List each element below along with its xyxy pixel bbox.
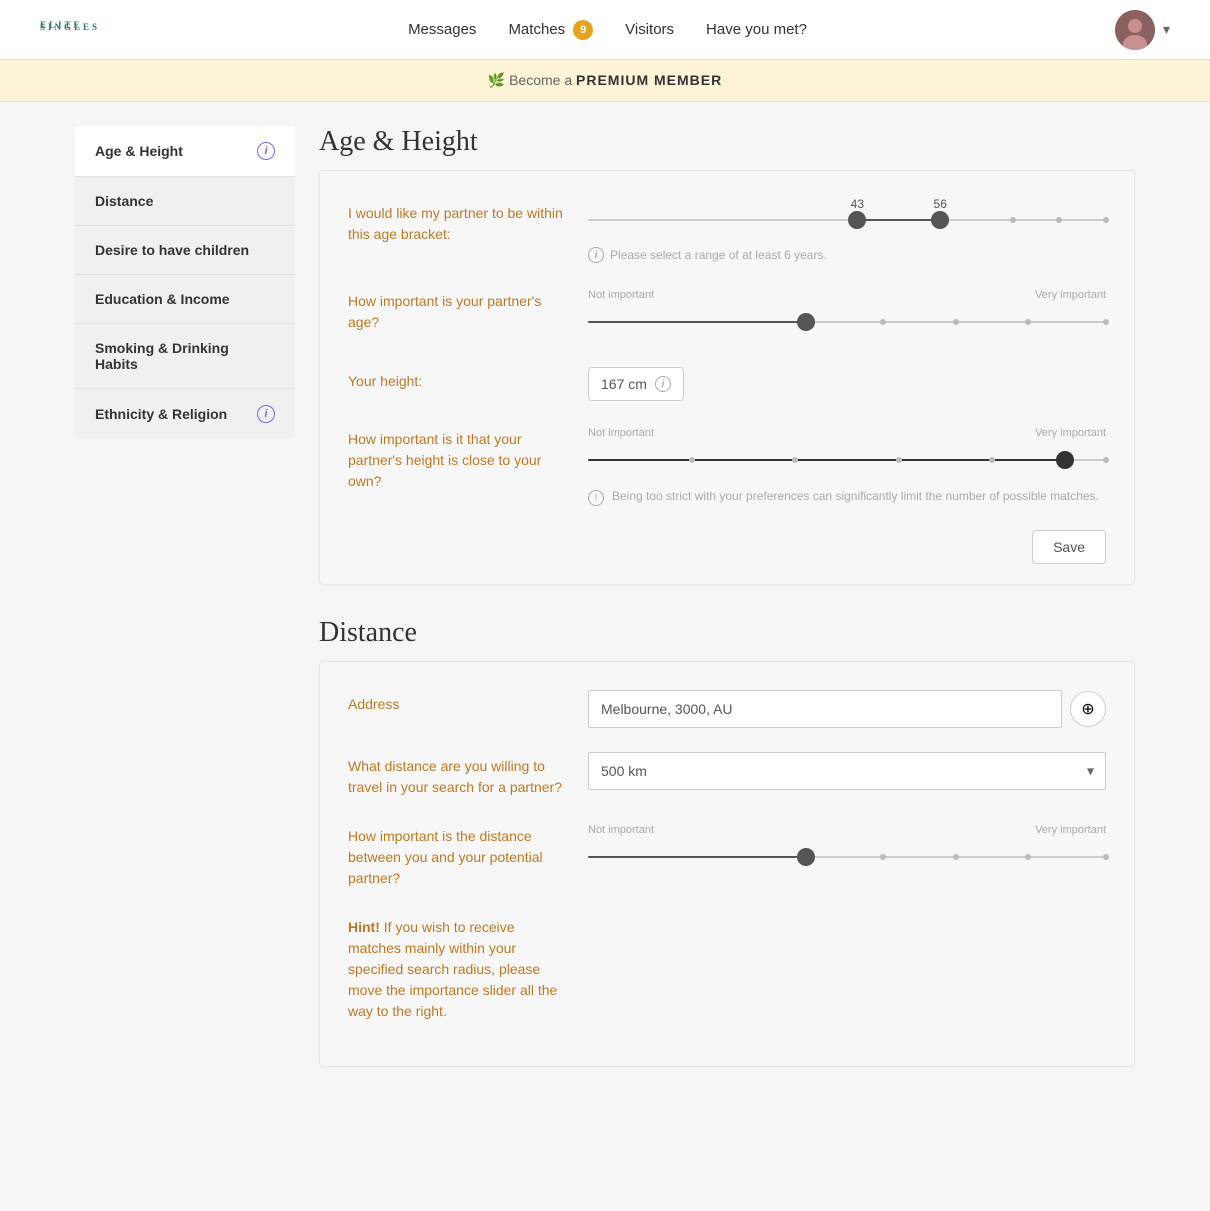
age-dot-1 [1010, 217, 1016, 223]
premium-banner[interactable]: 🌿 Become a PREMIUM MEMBER [0, 60, 1210, 102]
distance-select-wrapper: 50 km 100 km 200 km 500 km No limit ▾ [588, 752, 1106, 790]
user-menu[interactable]: ▾ [1115, 10, 1170, 50]
sidebar-item-age-height[interactable]: Age & Height i [75, 126, 295, 177]
age-min-thumb[interactable] [848, 211, 866, 229]
chevron-down-icon: ▾ [1163, 21, 1170, 38]
distance-hint-row: Hint! If you wish to receive matches mai… [348, 913, 1106, 1022]
address-input[interactable] [588, 690, 1062, 728]
partner-height-thumb[interactable] [1056, 451, 1074, 469]
address-row: Address ⊕ [348, 690, 1106, 728]
premium-icon: 🌿 [488, 72, 505, 88]
height-input[interactable]: 167 cm i [588, 367, 684, 401]
distance-importance-control: Not important Very important [588, 822, 1106, 878]
header: Elite SINGLES Messages Matches 9 Visitor… [0, 0, 1210, 60]
age-bracket-row: I would like my partner to be within thi… [348, 199, 1106, 263]
partner-age-label: How important is your partner's age? [348, 287, 568, 333]
crosshair-icon: ⊕ [1081, 699, 1094, 719]
age-bracket-hint: i Please select a range of at least 6 ye… [588, 247, 1106, 263]
distance-importance-slider[interactable] [588, 836, 1106, 878]
height-control: 167 cm i [588, 367, 1106, 401]
age-dot-2 [1056, 217, 1062, 223]
age-min-value: 43 [851, 197, 864, 211]
sidebar-item-distance[interactable]: Distance [75, 177, 295, 226]
distance-question-label: What distance are you willing to travel … [348, 752, 568, 798]
age-bracket-slider[interactable]: 43 56 [588, 199, 1106, 241]
nav-visitors[interactable]: Visitors [625, 21, 674, 38]
warning-box: ! Being too strict with your preferences… [588, 489, 1106, 506]
distance-select[interactable]: 50 km 100 km 200 km 500 km No limit [588, 752, 1106, 790]
age-bracket-control: 43 56 i Please select a range of at leas… [588, 199, 1106, 263]
age-max-value: 56 [934, 197, 947, 211]
distance-importance-thumb[interactable] [797, 848, 815, 866]
age-height-card: I would like my partner to be within thi… [319, 170, 1135, 585]
nav-matches[interactable]: Matches 9 [508, 20, 593, 40]
sidebar-item-children[interactable]: Desire to have children [75, 226, 295, 275]
sidebar: Age & Height i Distance Desire to have c… [75, 126, 295, 439]
address-input-row: ⊕ [588, 690, 1106, 728]
age-dot-3 [1103, 217, 1109, 223]
distance-card: Address ⊕ What distance are you willing … [319, 661, 1135, 1067]
sidebar-item-smoking[interactable]: Smoking & Drinking Habits [75, 324, 295, 389]
location-button[interactable]: ⊕ [1070, 691, 1106, 727]
info-icon-age-height[interactable]: i [257, 142, 275, 160]
logo[interactable]: Elite SINGLES [40, 28, 100, 32]
nav-messages[interactable]: Messages [408, 21, 476, 38]
partner-height-row: How important is it that your partner's … [348, 425, 1106, 506]
partner-age-control: Not important Very important [588, 287, 1106, 343]
sidebar-item-education[interactable]: Education & Income [75, 275, 295, 324]
distance-importance-labels: Not important Very important [588, 824, 1106, 836]
address-control: ⊕ [588, 690, 1106, 728]
save-btn-row: Save [348, 530, 1106, 564]
logo-sub: SINGLES [40, 22, 100, 32]
distance-importance-row: How important is the distance between yo… [348, 822, 1106, 889]
nav-have-you-met[interactable]: Have you met? [706, 21, 807, 38]
distance-title: Distance [319, 617, 1135, 649]
partner-height-label: How important is it that your partner's … [348, 425, 568, 492]
matches-badge: 9 [573, 20, 593, 40]
content-area: Age & Height I would like my partner to … [319, 126, 1135, 1099]
premium-text-bold: PREMIUM MEMBER [576, 72, 722, 88]
sidebar-item-ethnicity[interactable]: Ethnicity & Religion i [75, 389, 295, 439]
partner-age-slider-labels: Not important Very important [588, 289, 1106, 301]
partner-height-control: Not important Very important [588, 425, 1106, 506]
save-button[interactable]: Save [1032, 530, 1106, 564]
distance-select-row: What distance are you willing to travel … [348, 752, 1106, 798]
hint-icon-age: i [588, 247, 604, 263]
address-label: Address [348, 690, 568, 715]
height-info-icon[interactable]: i [655, 376, 671, 392]
partner-age-row: How important is your partner's age? Not… [348, 287, 1106, 343]
partner-age-thumb[interactable] [797, 313, 815, 331]
height-row: Your height: 167 cm i [348, 367, 1106, 401]
age-bracket-label: I would like my partner to be within thi… [348, 199, 568, 245]
main-nav: Messages Matches 9 Visitors Have you met… [408, 20, 807, 40]
distance-select-control: 50 km 100 km 200 km 500 km No limit ▾ [588, 752, 1106, 790]
avatar [1115, 10, 1155, 50]
age-height-title: Age & Height [319, 126, 1135, 158]
partner-height-slider-labels: Not important Very important [588, 427, 1106, 439]
height-value: 167 cm [601, 376, 647, 392]
partner-age-slider[interactable] [588, 301, 1106, 343]
warning-icon: ! [588, 490, 604, 506]
distance-importance-label: How important is the distance between yo… [348, 822, 568, 889]
partner-height-slider[interactable] [588, 439, 1106, 481]
height-label: Your height: [348, 367, 568, 392]
main-container: Age & Height i Distance Desire to have c… [55, 102, 1155, 1123]
info-icon-ethnicity[interactable]: i [257, 405, 275, 423]
age-max-thumb[interactable] [931, 211, 949, 229]
distance-hint-label: Hint! If you wish to receive matches mai… [348, 913, 568, 1022]
premium-text-before: Become a [509, 72, 576, 88]
